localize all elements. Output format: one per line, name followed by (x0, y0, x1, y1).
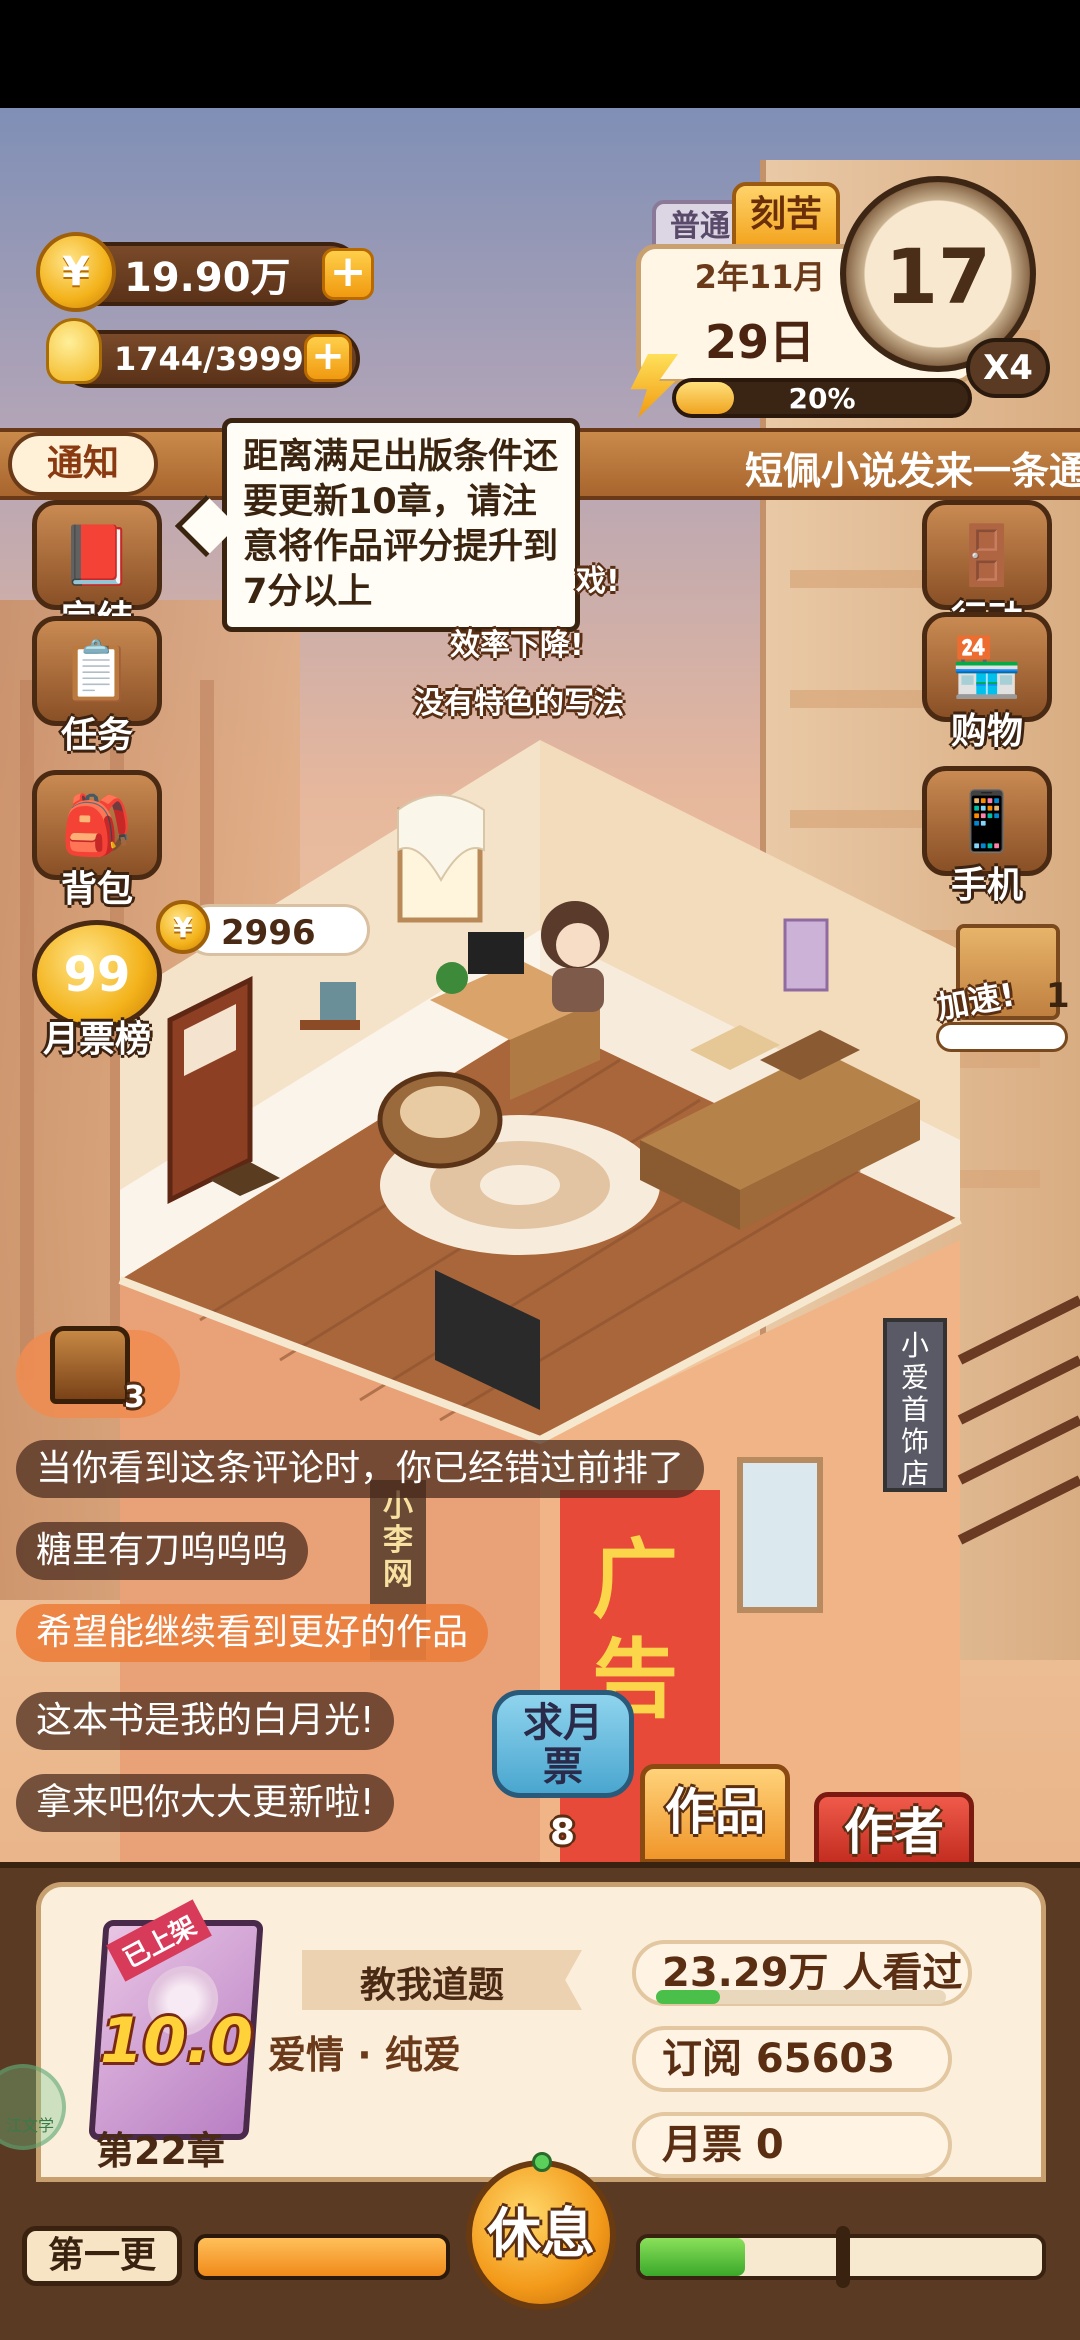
character-face (556, 923, 600, 967)
coin-amount: 19.90万 (124, 255, 291, 301)
subscriptions-pill: 订阅 65603 (632, 2026, 952, 2092)
floating-text-2: 效率下降! (450, 628, 584, 663)
notice-ticker: 短佩小说发来一条通 (745, 449, 1080, 493)
views-pill: 23.29万 人看过 (632, 1940, 972, 2006)
comment-item: 当你看到这条评论时，你已经错过前排了 (16, 1440, 705, 1498)
monthly-ticket-count: 8 (550, 1812, 576, 1853)
menu-backpack[interactable]: 🎒 背包 (22, 770, 172, 912)
update-progress-fill (198, 2238, 446, 2276)
treasure-chest-icon (50, 1326, 130, 1404)
request-monthly-ticket-label: 求月票 (523, 1700, 603, 1790)
room-monitor (468, 932, 524, 974)
comment-item: 糖里有刀呜呜呜 (16, 1522, 309, 1580)
lightbulb-icon (46, 318, 102, 384)
room-door (167, 975, 253, 1205)
speedup-bar (936, 1022, 1068, 1052)
mode-tab-normal-label: 普通 (670, 209, 730, 244)
menu-shop-label: 购物 (950, 711, 1023, 752)
character-body (552, 968, 604, 1012)
calendar-month: 2年11月 (694, 258, 826, 296)
publisher-watermark-text: 江文学 (6, 2116, 55, 2135)
menu-backpack-label: 背包 (60, 869, 133, 910)
comment-item: 希望能继续看到更好的作品 (16, 1604, 489, 1662)
add-coins-button[interactable]: + (322, 248, 374, 300)
speedup-count: 1 (1046, 976, 1070, 1016)
book-chapter: 第22章 (96, 2129, 225, 2173)
day-progress-label: 20% (788, 382, 856, 415)
menu-shop[interactable]: 🏪 购物 (912, 612, 1062, 754)
room-books (320, 982, 356, 1020)
game-screen: 小爱首饰店 小李网 广告 19.90万 ¥ + 1744/3999 + 普通 刻… (0, 0, 1080, 2340)
book-score: 10.0 (100, 2004, 253, 2077)
energy-progress-marker (836, 2226, 850, 2288)
speed-multiplier-label: X4 (983, 348, 1033, 388)
menu-tasks-label: 任务 (60, 715, 133, 756)
book-genre: 爱情 · 纯爱 (268, 2033, 461, 2077)
update-label-badge[interactable]: 第一更 (22, 2226, 182, 2286)
reward-bubble[interactable]: 2996 (184, 904, 370, 956)
mode-tab-hard-label: 刻苦 (749, 194, 822, 235)
room-shelf (300, 1020, 360, 1030)
publish-tooltip-text: 距离满足出版条件还要更新10章，请注意将作品评分提升到7分以上 (243, 437, 559, 612)
net-cafe-sign-text: 小李网 (383, 1489, 413, 1592)
subscriptions-label: 订阅 65603 (662, 2036, 896, 2082)
book-title: 教我道题 (359, 1965, 504, 2006)
monthly-tickets-pill: 月票 0 (632, 2112, 952, 2178)
views-progress-track (656, 1990, 946, 2004)
lower-window (737, 1457, 823, 1613)
comment-item: 这本书是我的白月光! (16, 1692, 395, 1750)
add-energy-button[interactable]: + (304, 334, 352, 382)
rest-button[interactable]: 休息 (466, 2160, 616, 2310)
clock-hour: 17 (885, 232, 991, 321)
works-tab-label: 作品 (665, 1783, 765, 1841)
calendar-day: 29日 (704, 315, 815, 369)
menu-ranking-label: 月票榜 (42, 1019, 151, 1060)
update-label: 第一更 (47, 2235, 156, 2276)
mode-tab-hard[interactable]: 刻苦 (732, 182, 840, 248)
room-poster (783, 918, 829, 992)
status-bar (0, 0, 1080, 108)
notice-label: 通知 (46, 443, 119, 484)
shop-sign-text: 小爱首饰店 (900, 1329, 929, 1490)
comment-item: 拿来吧你大大更新啦! (16, 1774, 395, 1832)
views-progress-fill (656, 1990, 720, 2004)
rest-button-indicator (532, 2152, 552, 2172)
room-plant (436, 962, 468, 994)
menu-tasks[interactable]: 📋 任务 (22, 616, 172, 758)
coin-icon: ¥ (36, 232, 116, 312)
energy-progress-fill (640, 2238, 745, 2276)
floating-text-1: 戏! (576, 564, 620, 599)
menu-phone-label: 手机 (950, 865, 1023, 906)
floating-text-3: 没有特色的写法 (414, 686, 624, 721)
update-progress-track (194, 2234, 450, 2280)
energy-amount: 1744/3999 (114, 340, 304, 378)
rest-button-label: 休息 (487, 2202, 595, 2265)
menu-ranking[interactable]: 99 月票榜 (22, 920, 172, 1062)
treasure-chest-count: 3 (124, 1380, 145, 1415)
author-tab[interactable]: 作者 (814, 1792, 974, 1872)
room-cat-bed-inner (400, 1086, 480, 1138)
request-monthly-ticket-button[interactable]: 求月票 (492, 1690, 634, 1798)
publish-tooltip: 距离满足出版条件还要更新10章，请注意将作品评分提升到7分以上 (222, 418, 580, 632)
menu-phone[interactable]: 📱 手机 (912, 766, 1062, 908)
reward-amount: 2996 (221, 913, 316, 953)
room-rug-center (480, 1165, 560, 1205)
notice-label-badge: 通知 (8, 432, 158, 496)
speed-multiplier-button[interactable]: X4 (966, 338, 1050, 398)
monthly-tickets-label: 月票 0 (662, 2122, 784, 2168)
reward-coin-icon: ¥ (156, 900, 210, 954)
author-tab-label: 作者 (844, 1803, 944, 1861)
works-tab[interactable]: 作品 (640, 1764, 790, 1864)
stairs (957, 1295, 1080, 1545)
